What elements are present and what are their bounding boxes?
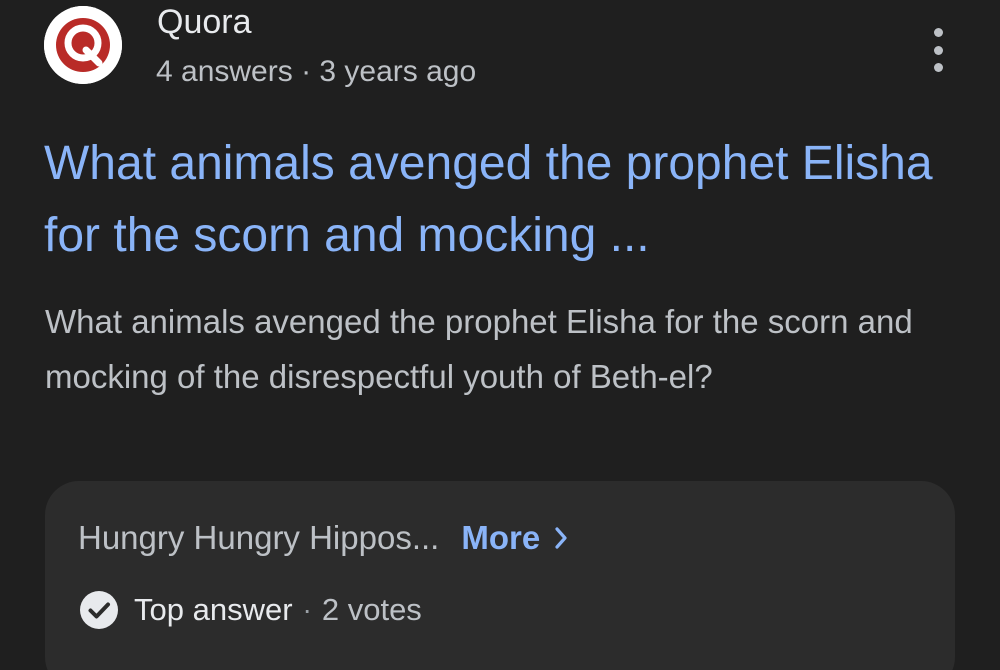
quora-logo-icon[interactable]	[44, 6, 122, 84]
more-vert-icon[interactable]	[918, 28, 958, 72]
more-dot	[933, 28, 943, 37]
more-label: More	[461, 519, 541, 556]
answer-preview-text: Hungry Hungry Hippos...	[78, 519, 440, 556]
check-circle-icon	[80, 591, 118, 629]
search-result-card: Quora 4 answers · 3 years ago What anima…	[0, 0, 1000, 670]
top-answer-row: Top answer · 2 votes	[80, 591, 422, 629]
source-meta: 4 answers · 3 years ago	[156, 55, 477, 88]
result-title-link[interactable]: What animals avenged the prophet Elisha …	[44, 128, 944, 272]
answer-preview-row: Hungry Hungry Hippos... More	[78, 519, 568, 557]
top-answer-label: Top answer	[134, 592, 293, 627]
answer-box[interactable]: Hungry Hungry Hippos... More Top answer …	[45, 481, 955, 670]
more-dot	[933, 45, 943, 55]
votes-count: 2 votes	[321, 592, 422, 627]
more-button[interactable]: More	[461, 519, 568, 557]
meta-separator: ·	[302, 594, 312, 625]
more-dot	[933, 63, 943, 72]
source-name[interactable]: Quora	[157, 0, 252, 44]
chevron-right-icon	[555, 527, 567, 549]
result-snippet: What animals avenged the prophet Elisha …	[45, 303, 913, 395]
